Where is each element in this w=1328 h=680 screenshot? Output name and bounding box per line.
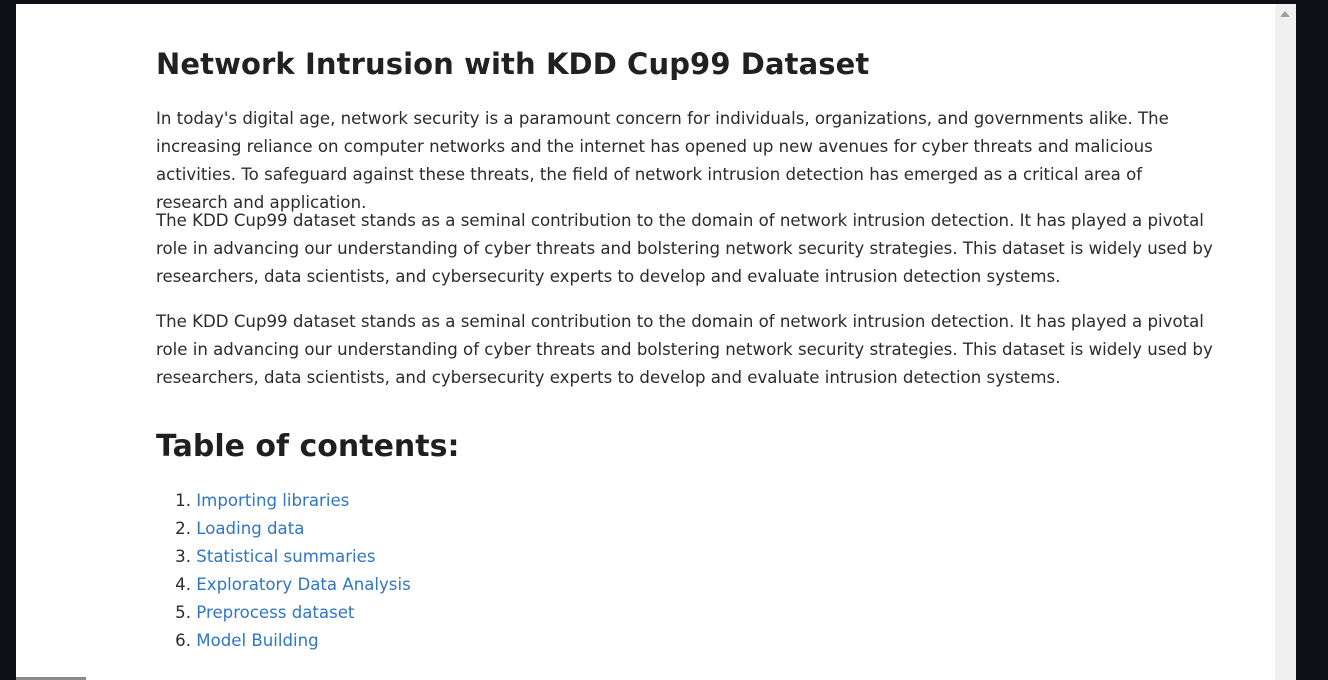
toc-item: 4. Exploratory Data Analysis xyxy=(156,571,411,599)
right-window-edge xyxy=(1296,0,1328,680)
vertical-scrollbar[interactable] xyxy=(1275,4,1296,680)
toc-item: 2. Loading data xyxy=(156,515,411,543)
notebook-title: Network Intrusion with KDD Cup99 Dataset xyxy=(156,47,870,81)
toc-number: 4. xyxy=(175,575,191,594)
toc-item: 5. Preprocess dataset xyxy=(156,599,411,627)
toc-link-loading-data[interactable]: Loading data xyxy=(196,519,304,538)
scroll-up-arrow-icon[interactable] xyxy=(1280,11,1290,17)
toc-number: 3. xyxy=(175,547,191,566)
toc-link-model-building[interactable]: Model Building xyxy=(196,631,318,650)
toc-item: 6. Model Building xyxy=(156,627,411,655)
toc-item: 3. Statistical summaries xyxy=(156,543,411,571)
toc-number: 6. xyxy=(175,631,191,650)
toc-number: 5. xyxy=(175,603,191,622)
toc-link-exploratory-data-analysis[interactable]: Exploratory Data Analysis xyxy=(196,575,410,594)
toc-heading: Table of contents: xyxy=(156,429,460,464)
notebook-viewport: Network Intrusion with KDD Cup99 Dataset… xyxy=(16,4,1275,680)
toc-number: 1. xyxy=(175,491,191,510)
dataset-paragraph-repeat: The KDD Cup99 dataset stands as a semina… xyxy=(156,312,1213,387)
toc-link-statistical-summaries[interactable]: Statistical summaries xyxy=(196,547,375,566)
toc-link-preprocess-dataset[interactable]: Preprocess dataset xyxy=(196,603,354,622)
intro-paragraph: In today's digital age, network security… xyxy=(156,109,1169,212)
toc-number: 2. xyxy=(175,519,191,538)
toc-list: 1. Importing libraries 2. Loading data 3… xyxy=(156,487,411,655)
dataset-paragraph: The KDD Cup99 dataset stands as a semina… xyxy=(156,211,1213,286)
toc-link-importing-libraries[interactable]: Importing libraries xyxy=(196,491,349,510)
toc-item: 1. Importing libraries xyxy=(156,487,411,515)
